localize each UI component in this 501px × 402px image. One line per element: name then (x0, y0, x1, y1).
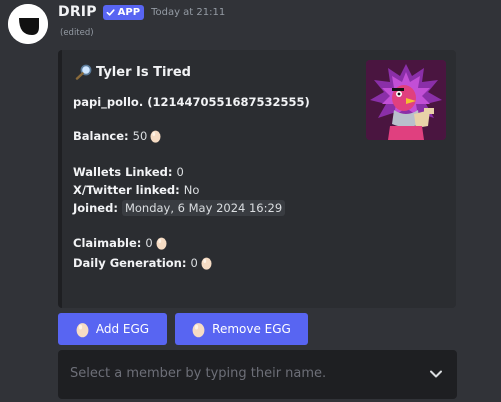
twitter-row: X/Twitter linked: No (73, 182, 199, 198)
embed-thumbnail[interactable] (366, 60, 446, 140)
claimable-label: Claimable: (73, 236, 142, 250)
user-name-id: papi_pollo. (1214470551687532555) (73, 95, 310, 109)
remove-egg-button[interactable]: Remove EGG (175, 313, 308, 345)
embed-title: Tyler Is Tired (74, 64, 191, 80)
wallets-value: 0 (176, 165, 184, 179)
egg-icon (150, 130, 161, 143)
wallets-row: Wallets Linked: 0 (73, 164, 184, 180)
egg-icon (76, 322, 89, 337)
daily-generation-row: Daily Generation: 0 (73, 255, 212, 271)
chevron-down-icon[interactable] (429, 369, 443, 379)
twitter-label: X/Twitter linked: (73, 183, 180, 197)
add-egg-label: Add EGG (95, 322, 150, 336)
claimable-value: 0 (145, 236, 153, 250)
twitter-value: No (183, 183, 200, 197)
joined-label: Joined: (73, 201, 118, 215)
bot-name[interactable]: DRIP (58, 4, 97, 20)
embed-user-line: papi_pollo. (1214470551687532555) (73, 94, 310, 110)
embed-card: Tyler Is Tired papi_pollo. (121447055168… (58, 50, 456, 308)
joined-row: Joined: Monday, 6 May 2024 16:29 (73, 200, 286, 216)
balance-value: 50 (132, 129, 148, 143)
remove-egg-label: Remove EGG (212, 322, 291, 336)
balance-label: Balance: (73, 129, 129, 143)
egg-icon (156, 237, 167, 250)
balance-row: Balance: 50 (73, 128, 161, 144)
bot-avatar-icon[interactable] (8, 4, 48, 44)
egg-icon (201, 257, 212, 270)
wallets-label: Wallets Linked: (73, 165, 173, 179)
message-timestamp: Today at 21:11 (151, 6, 226, 18)
claimable-row: Claimable: 0 (73, 235, 167, 251)
edited-label: (edited) (60, 28, 94, 38)
app-badge: APP (102, 4, 145, 20)
magnifier-icon (75, 64, 92, 80)
embed-title-text: Tyler Is Tired (96, 64, 191, 80)
checkmark-icon (106, 8, 115, 16)
member-select-placeholder: Select a member by typing their name. (70, 366, 327, 381)
daily-generation-value: 0 (190, 256, 198, 270)
member-select[interactable]: Select a member by typing their name. (58, 350, 457, 399)
add-egg-button[interactable]: Add EGG (58, 313, 167, 345)
joined-date[interactable]: Monday, 6 May 2024 16:29 (121, 200, 286, 216)
egg-icon (192, 322, 205, 337)
message-header: DRIP APP Today at 21:11 (58, 2, 225, 22)
app-badge-label: APP (117, 6, 141, 18)
daily-generation-label: Daily Generation: (73, 256, 187, 270)
